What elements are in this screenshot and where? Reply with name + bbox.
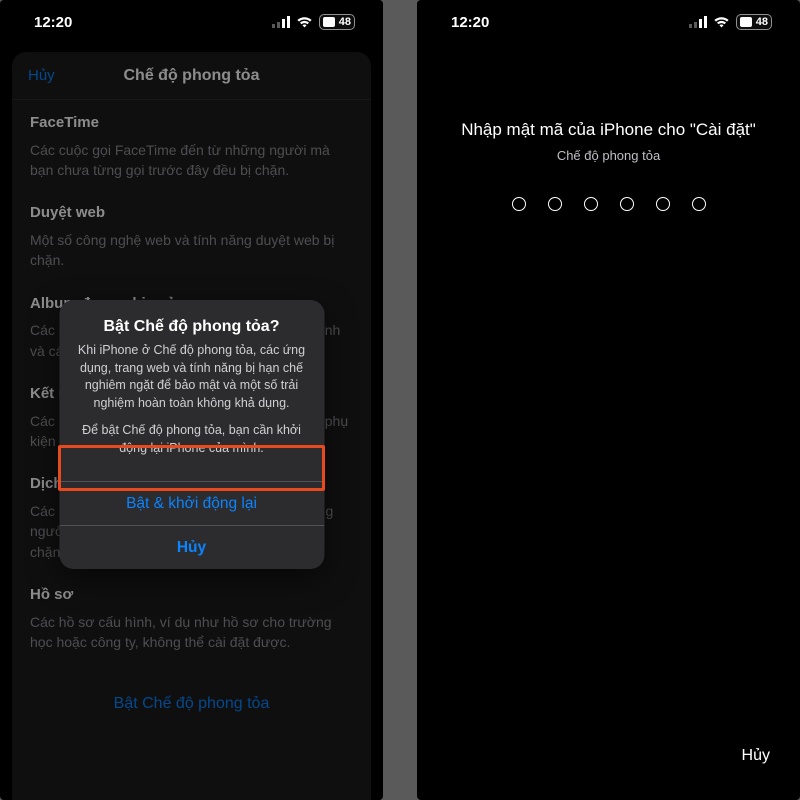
passcode-dot [692,197,706,211]
alert-message-1: Khi iPhone ở Chế độ phong tỏa, các ứng d… [75,342,308,412]
alert-cancel-button[interactable]: Hủy [59,525,324,569]
status-bar: 12:20 48 [417,0,800,44]
phone-right: 12:20 48 Nhập mật mã của iPhone cho "Cài… [417,0,800,800]
status-bar: 12:20 48 [0,0,383,44]
alert-title: Bật Chế độ phong tỏa? [75,318,308,336]
phone-left: 12:20 48 Hủy Chế độ phong tỏa Fac [0,0,383,800]
passcode-subtitle: Chế độ phong tỏa [441,148,776,163]
battery-icon: 48 [736,14,772,30]
cellular-signal-icon [689,16,707,28]
wifi-icon [296,16,313,28]
wifi-icon [713,16,730,28]
passcode-screen: Nhập mật mã của iPhone cho "Cài đặt" Chế… [417,120,800,211]
battery-icon: 48 [319,14,355,30]
passcode-title: Nhập mật mã của iPhone cho "Cài đặt" [441,120,776,140]
confirm-alert: Bật Chế độ phong tỏa? Khi iPhone ở Chế đ… [59,300,324,569]
passcode-dot [656,197,670,211]
passcode-dots [441,197,776,211]
passcode-dot [584,197,598,211]
status-right: 48 [689,14,772,30]
status-right: 48 [272,14,355,30]
cellular-signal-icon [272,16,290,28]
passcode-cancel-button[interactable]: Hủy [742,747,770,765]
passcode-dot [548,197,562,211]
alert-enable-restart-button[interactable]: Bật & khởi động lại [59,481,324,525]
passcode-dot [512,197,526,211]
passcode-dot [620,197,634,211]
status-time: 12:20 [451,14,489,31]
status-time: 12:20 [34,14,72,31]
alert-message-2: Để bật Chế độ phong tỏa, bạn cần khởi độ… [75,422,308,457]
